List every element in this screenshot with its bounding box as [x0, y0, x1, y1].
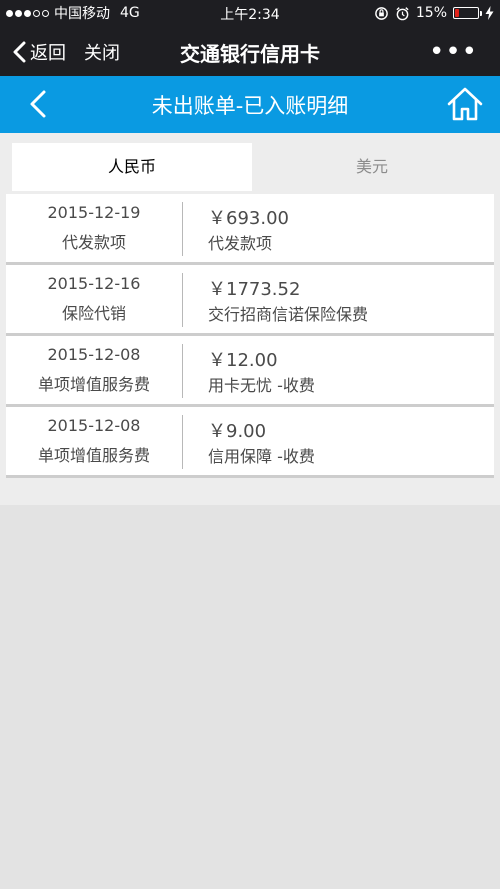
- nav-title: 交通银行信用卡: [180, 42, 320, 66]
- transaction-date: 2015-12-08: [47, 416, 141, 435]
- transaction-meta: 2015-12-19 代发款项: [6, 194, 182, 262]
- transaction-category: 单项增值服务费: [37, 446, 150, 465]
- transaction-row[interactable]: 2015-12-08 单项增值服务费 ￥9.00 信用保障 -收费: [6, 407, 494, 478]
- tab-usd[interactable]: 美元: [252, 143, 492, 191]
- transaction-category: 保险代销: [61, 304, 126, 323]
- row-divider: [182, 202, 183, 256]
- rotation-lock-icon: [375, 6, 388, 20]
- battery-icon: [453, 7, 482, 19]
- home-icon[interactable]: [446, 85, 484, 123]
- status-bar: 中国移动 4G 上午2:34 15%: [0, 0, 500, 27]
- content-area: 人民币 美元 2015-12-19 代发款项 ￥693.00 代发款项 2015…: [0, 133, 500, 505]
- transaction-description: 交行招商信诺保险保费: [208, 305, 369, 324]
- transaction-amount: ￥693.00: [208, 208, 289, 229]
- transaction-meta: 2015-12-08 单项增值服务费: [6, 336, 182, 404]
- transaction-category: 单项增值服务费: [37, 375, 150, 394]
- transaction-description: 用卡无忧 -收费: [208, 376, 315, 395]
- transaction-amount: ￥12.00: [208, 350, 278, 371]
- alarm-icon: [396, 6, 409, 20]
- transaction-date: 2015-12-16: [47, 274, 141, 293]
- transaction-category: 代发款项: [61, 233, 126, 252]
- transaction-amount: ￥1773.52: [208, 279, 301, 300]
- app-screen: 中国移动 4G 上午2:34 15% 返回 关闭 交通银行信用卡 ••• 未出账…: [0, 0, 500, 889]
- tab-rmb[interactable]: 人民币: [12, 143, 252, 191]
- battery-level-fill: [455, 9, 459, 17]
- row-divider: [182, 344, 183, 398]
- row-divider: [182, 273, 183, 327]
- page-header: 未出账单-已入账明细: [0, 76, 500, 133]
- status-right: 15%: [374, 4, 494, 22]
- transaction-row[interactable]: 2015-12-16 保险代销 ￥1773.52 交行招商信诺保险保费: [6, 265, 494, 336]
- currency-tabs: 人民币 美元: [12, 143, 492, 191]
- page-title: 未出账单-已入账明细: [151, 94, 349, 118]
- row-divider: [182, 415, 183, 469]
- transaction-amount: ￥9.00: [208, 421, 267, 442]
- battery-percent: 15%: [415, 5, 447, 21]
- nav-bar: 返回 关闭 交通银行信用卡 •••: [0, 27, 500, 76]
- transaction-meta: 2015-12-08 单项增值服务费: [6, 407, 182, 475]
- transaction-row[interactable]: 2015-12-08 单项增值服务费 ￥12.00 用卡无忧 -收费: [6, 336, 494, 407]
- transaction-meta: 2015-12-16 保险代销: [6, 265, 182, 333]
- transaction-list: 2015-12-19 代发款项 ￥693.00 代发款项 2015-12-16 …: [6, 194, 494, 478]
- transaction-date: 2015-12-08: [47, 345, 141, 364]
- transaction-description: 信用保障 -收费: [208, 447, 315, 466]
- more-options-button[interactable]: •••: [429, 37, 478, 67]
- transaction-date: 2015-12-19: [47, 203, 141, 222]
- transaction-row[interactable]: 2015-12-19 代发款项 ￥693.00 代发款项: [6, 194, 494, 265]
- transaction-description: 代发款项: [208, 234, 273, 253]
- charging-bolt-icon: [485, 6, 494, 20]
